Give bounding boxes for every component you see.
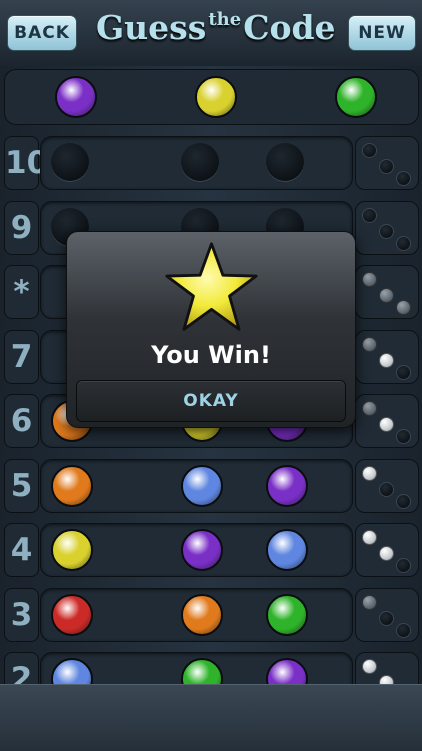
feedback-peg-empty [396, 171, 411, 186]
secret-peg-green [335, 76, 377, 118]
row-number: 9 [4, 200, 39, 255]
feedback-peg-white [362, 530, 377, 545]
guess-slots[interactable] [40, 523, 353, 577]
bottom-bar [0, 684, 422, 751]
title-guess: Guess [96, 8, 207, 47]
feedback-pegs [355, 265, 419, 319]
feedback-peg-white [362, 659, 377, 674]
row-number: 10 [4, 136, 48, 190]
feedback-peg-empty [396, 558, 411, 573]
feedback-pegs [355, 652, 419, 684]
feedback-peg-gray [396, 300, 411, 315]
empty-slot [266, 143, 304, 181]
secret-code-row [4, 69, 419, 125]
peg-green [181, 658, 223, 684]
row-number: 4 [4, 523, 39, 577]
feedback-pegs [355, 587, 419, 642]
feedback-peg-white [379, 417, 394, 432]
feedback-peg-gray [379, 288, 394, 303]
feedback-peg-empty [396, 235, 411, 251]
feedback-pegs [355, 136, 419, 190]
feedback-peg-empty [379, 481, 394, 497]
feedback-pegs [355, 458, 419, 513]
peg-blue [51, 658, 93, 684]
feedback-peg-empty [396, 622, 411, 638]
game-title: Guess theCode [96, 8, 336, 58]
peg-purple [181, 529, 223, 571]
feedback-pegs [355, 200, 419, 255]
feedback-peg-gray [362, 336, 377, 352]
feedback-peg-empty [396, 493, 411, 509]
guess-row: 2 [0, 650, 422, 684]
guess-slots[interactable] [40, 136, 353, 190]
guess-row: 3 [0, 586, 422, 642]
back-button[interactable]: BACK [7, 15, 77, 51]
feedback-pegs [355, 394, 419, 448]
empty-slot [51, 143, 89, 181]
row-number: 6 [4, 394, 39, 448]
empty-slot [181, 143, 219, 181]
feedback-peg-empty [396, 429, 411, 444]
feedback-pegs [355, 329, 419, 384]
guess-row: 4 [0, 521, 422, 577]
feedback-peg-empty [379, 159, 394, 174]
row-number: * [4, 265, 39, 319]
peg-orange [181, 593, 223, 636]
peg-yellow [51, 529, 93, 571]
feedback-peg-gray [362, 272, 377, 287]
guess-row: 5 [0, 457, 422, 513]
feedback-peg-empty [379, 223, 394, 239]
row-number: 5 [4, 458, 39, 513]
row-number: 7 [4, 329, 39, 384]
guess-slots[interactable] [40, 652, 353, 684]
feedback-peg-gray [362, 401, 377, 416]
feedback-peg-empty [362, 143, 377, 158]
feedback-peg-gray [362, 594, 377, 610]
win-message: You Win! [151, 341, 271, 369]
feedback-peg-white [379, 546, 394, 561]
guess-slots[interactable] [40, 458, 353, 513]
top-bar: BACK Guess theCode NEW [0, 0, 422, 67]
feedback-peg-empty [379, 610, 394, 626]
secret-peg-yellow [195, 76, 237, 118]
feedback-pegs [355, 523, 419, 577]
okay-button[interactable]: OKAY [76, 380, 346, 422]
peg-blue [181, 464, 223, 507]
title-code: Code [243, 8, 336, 47]
peg-purple [266, 464, 308, 507]
guess-slots[interactable] [40, 587, 353, 642]
star-icon [165, 242, 258, 331]
peg-orange [51, 464, 93, 507]
secret-peg-purple [55, 76, 97, 118]
feedback-peg-white [362, 465, 377, 481]
peg-purple [266, 658, 308, 684]
row-number: 3 [4, 587, 39, 642]
row-number: 2 [4, 652, 39, 684]
feedback-peg-empty [362, 207, 377, 223]
title-the: the [208, 9, 242, 30]
peg-blue [266, 529, 308, 571]
feedback-peg-white [379, 675, 394, 684]
feedback-peg-white [379, 352, 394, 368]
win-dialog: You Win! OKAY [66, 231, 356, 428]
peg-green [266, 593, 308, 636]
peg-red [51, 593, 93, 636]
new-game-button[interactable]: NEW [348, 15, 416, 51]
guess-row: 10 [0, 134, 422, 190]
feedback-peg-empty [396, 364, 411, 380]
